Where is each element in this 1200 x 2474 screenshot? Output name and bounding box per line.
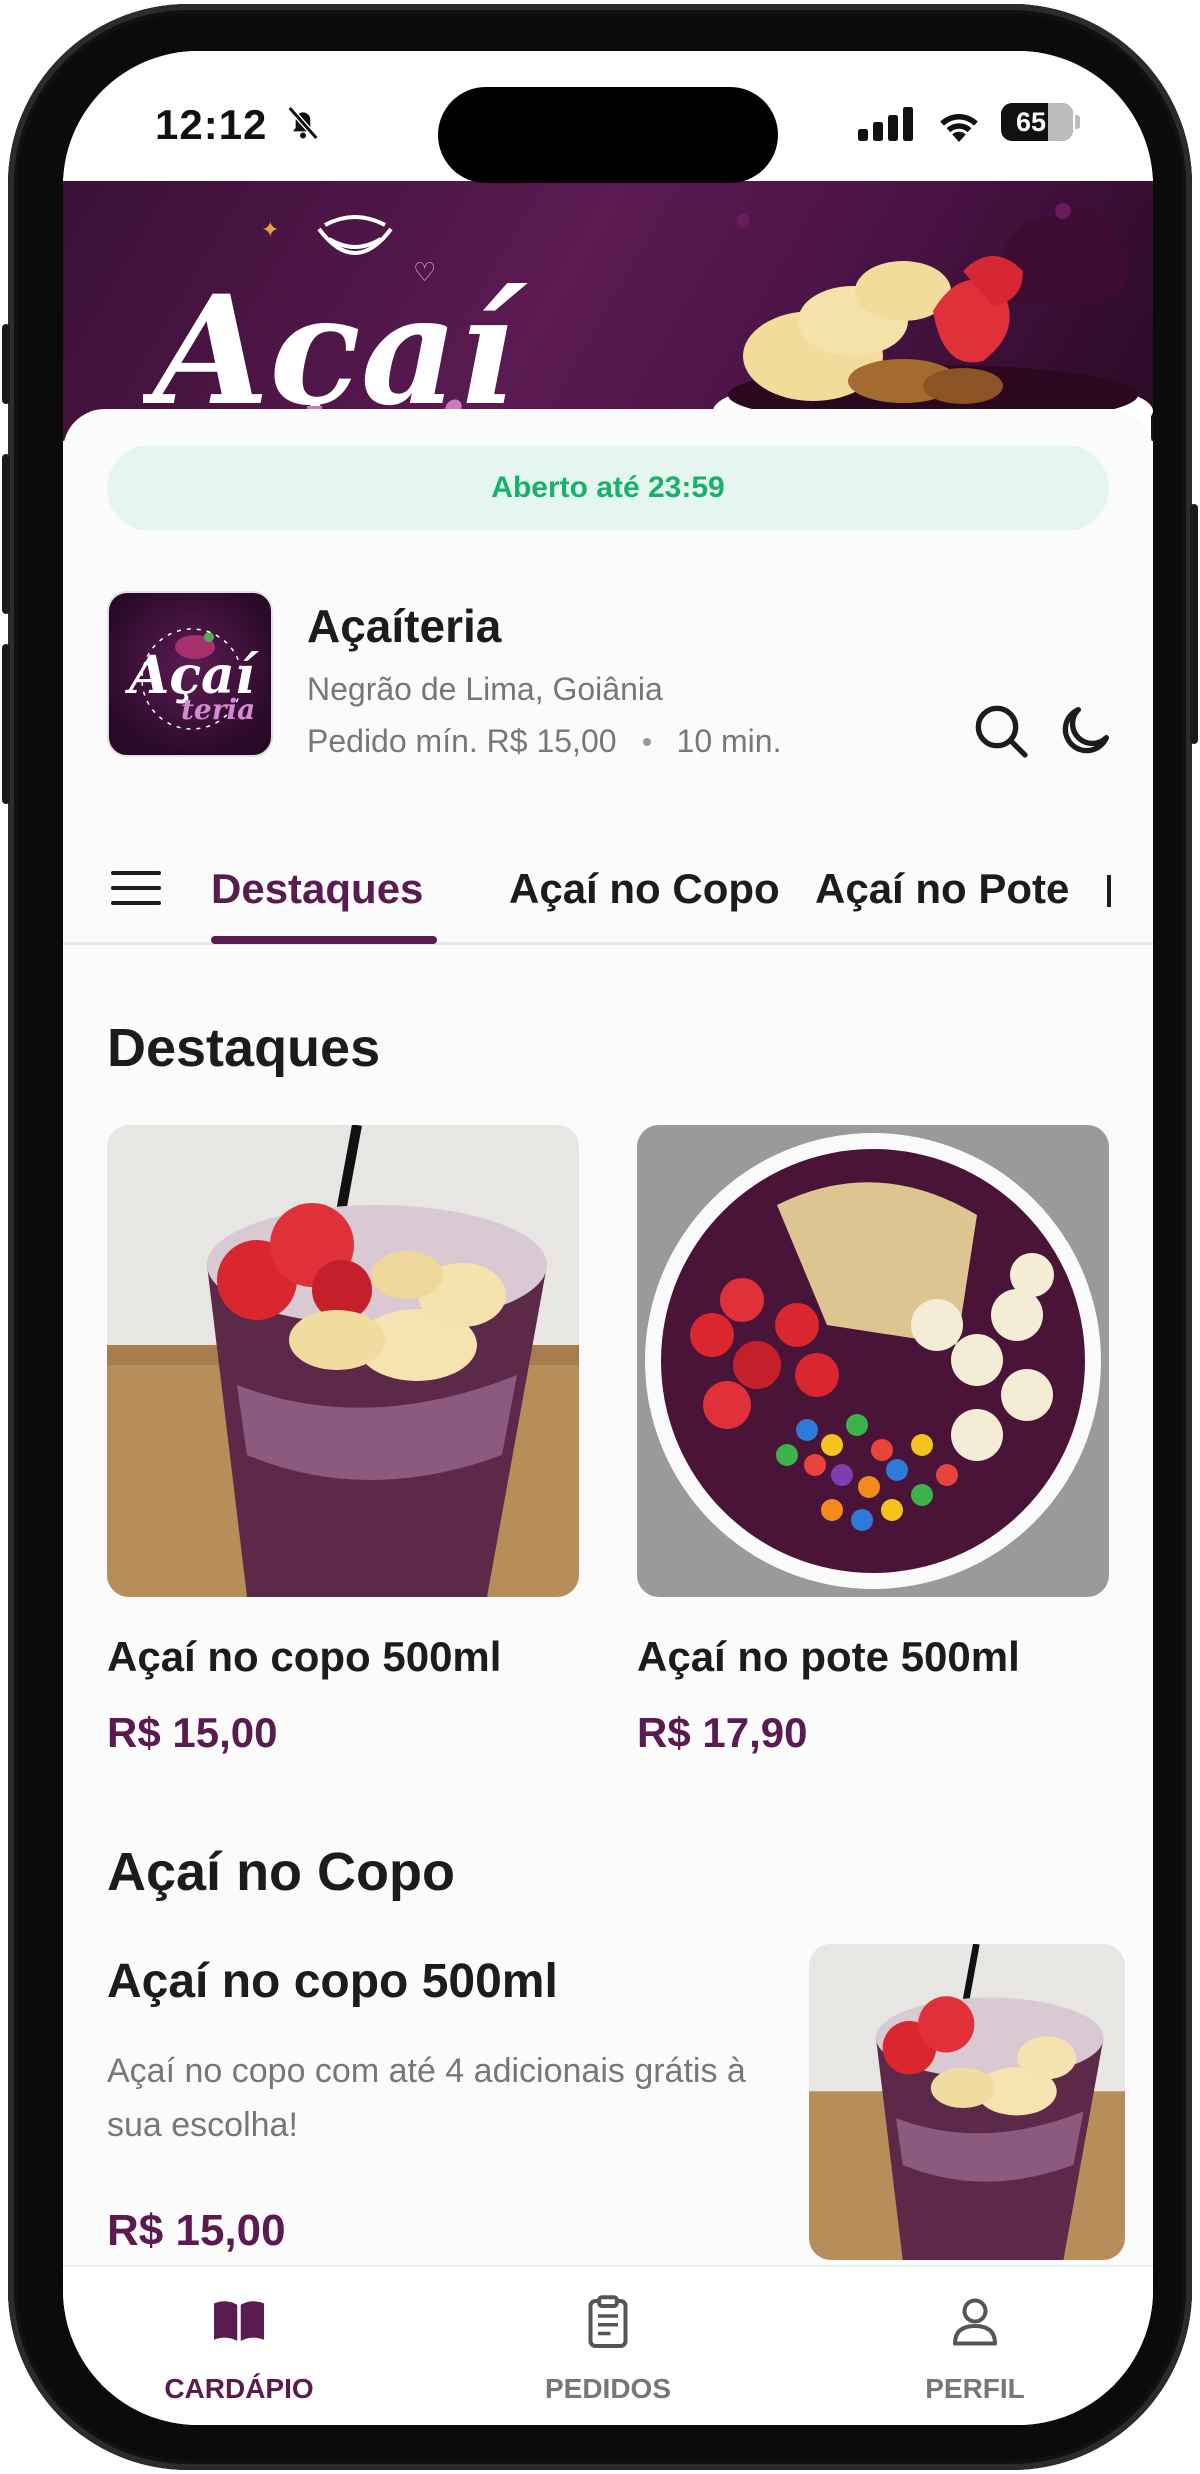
banner-acai-bowl-image [713,203,1153,441]
clipboard-icon [588,2295,628,2348]
status-time: 12:12 [155,101,268,148]
list-item-image[interactable] [809,1944,1125,2260]
bottom-navigation: CARDÁPIO PEDIDOS PERFIL [63,2265,1153,2425]
list-item-price: R$ 15,00 [107,2206,286,2255]
separator-dot [642,737,651,746]
min-order: Pedido mín. R$ 15,00 [307,723,617,759]
store-logo-mark: Açaí teria [124,628,260,730]
tab-acai-no-copo[interactable]: Açaí no Copo [509,865,780,913]
phone-volume-up-button [2,454,10,614]
nav-label: PERFIL [925,2373,1025,2404]
product-image-acai-pote[interactable] [637,1125,1109,1597]
book-icon [214,2301,264,2341]
phone-volume-down-button [2,644,10,804]
section-title-destaques: Destaques [107,1018,381,1078]
status-bar: 12:12 65 [63,51,1153,183]
tab-acai-no-pote[interactable]: Açaí no Pote [815,865,1069,913]
nav-pedidos[interactable]: PEDIDOS [478,2291,738,2405]
sparkle-mark: ✦ [261,218,279,243]
battery-percent: 65 [1015,107,1047,137]
banner-logo: ✦ ♡ Açaí teria [143,215,528,435]
nav-cardapio[interactable]: CARDÁPIO [109,2291,369,2405]
store-info-card: Aberto até 23:59 Açaí teria Açaíteria Ne… [63,409,1153,2309]
wifi-icon [940,113,978,142]
store-location: Negrão de Lima, Goiânia [307,671,663,707]
hamburger-menu-icon[interactable] [111,871,161,905]
nav-label: PEDIDOS [544,2373,672,2404]
cellular-signal-icon [858,107,913,141]
phone-action-button [2,324,10,404]
store-name: Açaíteria [307,600,502,652]
open-status-badge: Aberto até 23:59 [107,445,1109,531]
list-item-name: Açaí no copo 500ml [107,1955,558,2008]
user-icon [953,2298,997,2346]
phone-power-button [1190,504,1198,744]
product-price: R$ 17,90 [637,1709,808,1756]
bowl-outline-icon [317,215,393,255]
battery-body: 65 [1001,103,1073,141]
nav-perfil[interactable]: PERFIL [845,2291,1105,2405]
store-logo-subtext: teria [181,693,255,726]
dark-mode-moon-icon[interactable] [1053,699,1117,763]
list-item-description: Açaí no copo com até 4 adicionais grátis… [107,2052,746,2144]
list-item[interactable]: Açaí no copo 500ml Açaí no copo com até … [107,1944,1125,2264]
product-name: Açaí no pote 500ml [637,1633,1020,1680]
product-name: Açaí no copo 500ml [107,1633,502,1680]
delivery-time: 10 min. [676,723,782,759]
store-banner: ✦ ♡ Açaí teria [63,181,1153,441]
store-logo: Açaí teria [107,591,273,757]
search-icon[interactable] [969,699,1033,763]
product-image-acai-copo[interactable] [107,1125,579,1597]
app-screen: 12:12 65 ✦ ♡ Açaí Aberto até 23:59 Açaí … [63,51,1153,2425]
product-price: R$ 15,00 [107,1709,278,1756]
section-title-acai-no-copo: Açaí no Copo [107,1842,455,1902]
store-meta: Pedido mín. R$ 15,00 10 min. [307,723,781,760]
tab-destaques[interactable]: Destaques [211,865,423,913]
bell-muted-icon [287,106,319,140]
nav-label: CARDÁPIO [164,2373,314,2404]
phone-frame: 12:12 65 ✦ ♡ Açaí Aberto até 23:59 Açaí … [2,4,1198,2470]
tab-overflow-hint [1107,875,1111,907]
product-card[interactable]: Açaí no copo 500ml R$ 15,00 [107,1125,579,1757]
battery-indicator: 65 [1001,103,1081,141]
category-tabs: Destaques Açaí no Copo Açaí no Pote [63,829,1153,945]
product-card[interactable]: Açaí no pote 500ml R$ 17,90 [637,1125,1109,1757]
active-tab-underline [211,936,437,944]
dynamic-island [438,87,778,183]
battery-cap [1075,115,1080,129]
